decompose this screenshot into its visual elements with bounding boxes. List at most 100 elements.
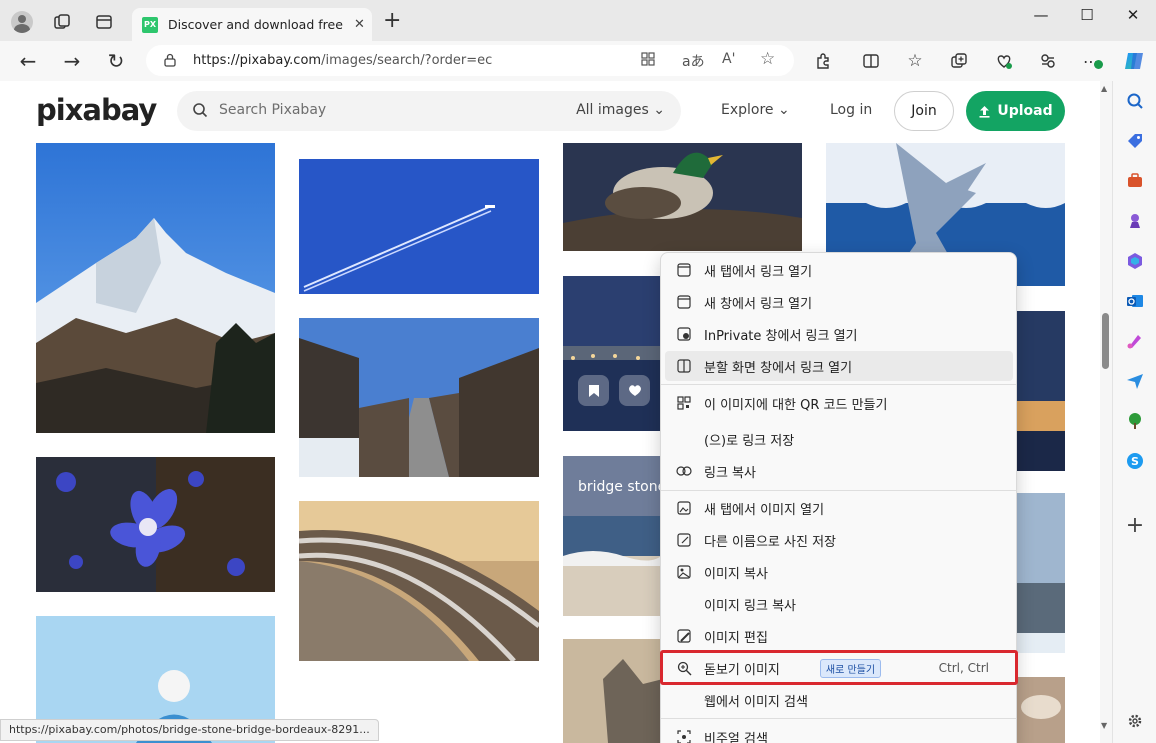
designer-icon[interactable]	[1125, 331, 1145, 351]
menu-item-open-link-new-window[interactable]: 새 창에서 링크 열기	[665, 287, 1013, 317]
menu-separator	[661, 718, 1016, 719]
image-new-tab-icon	[676, 500, 692, 516]
pixabay-favicon-icon: PX	[142, 16, 158, 33]
url-text[interactable]: https://pixabay.com/images/search/?order…	[193, 53, 492, 68]
image-village-street[interactable]	[299, 318, 539, 477]
tab-close-icon[interactable]: ✕	[354, 17, 365, 32]
games-icon[interactable]	[1125, 211, 1145, 231]
login-link[interactable]: Log in	[830, 102, 872, 118]
join-button[interactable]: Join	[894, 91, 954, 131]
close-window-button[interactable]: ✕	[1110, 6, 1156, 24]
profile-icon[interactable]	[9, 9, 35, 35]
address-toolbar: ← → ↻ https://pixabay.com/images/search/…	[0, 41, 1156, 81]
menu-item-save-link-as[interactable]: (으)로 링크 저장	[665, 424, 1013, 454]
inprivate-icon	[676, 326, 692, 342]
read-aloud-icon[interactable]: A'	[722, 51, 735, 67]
link-icon	[676, 463, 692, 479]
tree-icon[interactable]	[1125, 411, 1145, 431]
image-type-dropdown[interactable]: All images ⌄	[576, 102, 665, 118]
chevron-down-icon: ⌄	[653, 102, 665, 118]
menu-item-copy-image-link[interactable]: 이미지 링크 복사	[665, 589, 1013, 619]
minimize-button[interactable]: —	[1018, 6, 1064, 24]
reload-button[interactable]: ↻	[103, 48, 129, 74]
favorite-star-icon[interactable]: ☆	[760, 49, 775, 69]
visual-search-icon	[676, 729, 692, 743]
extensions-icon[interactable]	[812, 50, 834, 72]
image-mountain[interactable]	[36, 143, 275, 433]
settings-more-icon[interactable]: ⋯	[1080, 50, 1103, 72]
performance-icon[interactable]	[1037, 50, 1059, 72]
split-screen-icon[interactable]	[860, 50, 882, 72]
sidebar-search-icon[interactable]	[1125, 91, 1145, 111]
upload-button[interactable]: Upload	[966, 91, 1065, 131]
tab-actions-icon[interactable]	[91, 9, 117, 35]
explore-menu[interactable]: Explore ⌄	[721, 102, 790, 118]
image-caption: bridge stone	[578, 479, 667, 495]
search-icon	[193, 103, 208, 118]
translate-icon[interactable]: aあ	[682, 51, 705, 71]
menu-item-open-image-new-tab[interactable]: 새 탭에서 이미지 열기	[665, 493, 1013, 523]
favorites-icon[interactable]: ☆	[904, 50, 926, 72]
skype-icon[interactable]: S	[1125, 451, 1145, 471]
copy-image-icon	[676, 564, 692, 580]
forward-button[interactable]: →	[59, 48, 85, 74]
search-input[interactable]: Search Pixabay	[219, 102, 326, 118]
scroll-up-arrow-icon[interactable]: ▲	[1101, 84, 1107, 93]
add-sidebar-app-icon[interactable]: +	[1125, 513, 1145, 538]
browser-essentials-icon[interactable]	[993, 50, 1015, 72]
image-railway-track[interactable]	[299, 501, 539, 661]
sidebar-settings-icon[interactable]	[1125, 711, 1145, 731]
page-scrollbar[interactable]: ▲ ▼	[1100, 81, 1112, 743]
image-coast[interactable]	[1017, 311, 1065, 471]
collections-icon[interactable]	[948, 50, 970, 72]
image-airplane[interactable]	[299, 159, 539, 294]
send-icon[interactable]	[1125, 371, 1145, 391]
menu-item-open-link-new-tab[interactable]: 새 탭에서 링크 열기	[665, 255, 1013, 285]
edit-image-icon	[676, 628, 692, 644]
tools-icon[interactable]	[1125, 171, 1145, 191]
chevron-down-icon: ⌄	[778, 102, 790, 118]
outlook-icon[interactable]	[1125, 291, 1145, 311]
image-duck[interactable]	[563, 143, 802, 251]
like-button[interactable]	[619, 375, 650, 406]
workspaces-icon[interactable]	[49, 9, 75, 35]
back-button[interactable]: ←	[15, 48, 41, 74]
scroll-down-arrow-icon[interactable]: ▼	[1101, 721, 1107, 730]
microsoft-365-icon[interactable]	[1125, 251, 1145, 271]
tab-pixabay[interactable]: PX Discover and download free images ✕	[132, 8, 372, 41]
menu-item-open-link-inprivate[interactable]: InPrivate 창에서 링크 열기	[665, 319, 1013, 349]
menu-item-search-web-image[interactable]: 웹에서 이미지 검색	[665, 685, 1013, 715]
save-image-icon	[676, 532, 692, 548]
copilot-icon[interactable]	[1123, 50, 1145, 72]
split-screen-icon	[676, 358, 692, 374]
lock-icon[interactable]	[164, 53, 176, 67]
app-available-icon[interactable]	[640, 51, 656, 71]
menu-item-open-link-split-screen[interactable]: 분할 화면 창에서 링크 열기	[665, 351, 1013, 381]
scrollbar-thumb[interactable]	[1102, 313, 1109, 369]
qr-code-icon	[676, 395, 692, 411]
highlight-box	[660, 650, 1018, 685]
image-stones[interactable]	[1017, 677, 1065, 743]
menu-item-copy-link[interactable]: 링크 복사	[665, 456, 1013, 486]
tab-strip: PX Discover and download free images ✕ +…	[0, 0, 1156, 41]
upload-icon	[979, 105, 990, 118]
menu-item-edit-image[interactable]: 이미지 편집	[665, 621, 1013, 651]
maximize-button[interactable]: ☐	[1064, 6, 1110, 24]
menu-item-qr-code[interactable]: 이 이미지에 대한 QR 코드 만들기	[665, 388, 1013, 418]
menu-item-save-image-as[interactable]: 다른 이름으로 사진 저장	[665, 525, 1013, 555]
search-bar[interactable]: Search Pixabay All images ⌄	[177, 91, 681, 131]
menu-item-visual-search[interactable]: 비주얼 검색	[665, 722, 1013, 743]
image-cat[interactable]	[563, 639, 663, 743]
pixabay-logo[interactable]: pixabay	[36, 93, 157, 127]
new-tab-button[interactable]: +	[383, 10, 401, 32]
edge-sidebar: S +	[1112, 81, 1156, 743]
bookmark-button[interactable]	[578, 375, 609, 406]
address-bar[interactable]: https://pixabay.com/images/search/?order…	[146, 45, 794, 76]
image-snow-forest[interactable]	[1017, 493, 1065, 653]
menu-item-copy-image[interactable]: 이미지 복사	[665, 557, 1013, 587]
new-window-icon	[676, 294, 692, 310]
shopping-tag-icon[interactable]	[1125, 131, 1145, 151]
image-blue-flowers[interactable]	[36, 457, 275, 592]
image-bridge-stone[interactable]	[563, 276, 663, 431]
new-tab-icon	[676, 262, 692, 278]
